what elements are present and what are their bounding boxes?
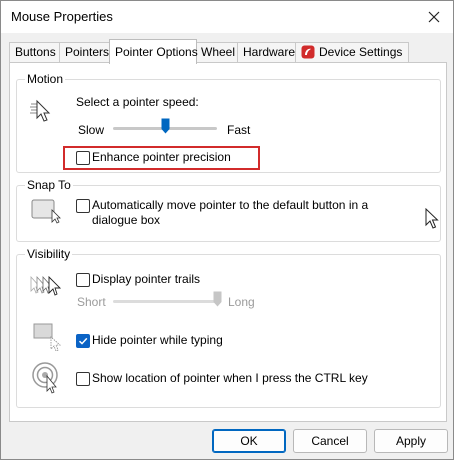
tab-hardware[interactable]: Hardware — [237, 42, 297, 62]
pointer-speed-icon — [30, 99, 51, 122]
device-settings-label: Device Settings — [319, 45, 403, 59]
close-button[interactable] — [421, 4, 447, 30]
slow-label: Slow — [78, 123, 105, 137]
motion-group-label: Motion — [25, 72, 66, 86]
trails-long-label: Long — [228, 295, 255, 309]
window-title: Mouse Properties — [11, 9, 113, 24]
hide-pointer-label[interactable]: Hide pointer while typing — [92, 333, 223, 347]
trails-short-label: Short — [77, 295, 106, 309]
trails-slider-track[interactable] — [113, 300, 217, 303]
hide-pointer-icon — [33, 323, 62, 352]
pointer-trails-checkbox[interactable] — [76, 273, 90, 287]
pointer-options-panel: Motion Select a pointer speed: Slow Fast… — [9, 62, 447, 422]
visibility-group-label: Visibility — [25, 247, 73, 261]
snap-to-label-line2[interactable]: dialogue box — [92, 213, 160, 227]
snap-to-group-label: Snap To — [25, 178, 73, 192]
apply-button[interactable]: Apply — [374, 429, 448, 453]
visibility-group: Visibility Display pointer trails Short … — [16, 247, 441, 408]
fast-label: Fast — [227, 123, 251, 137]
mouse-properties-window: Mouse Properties Buttons Pointers Pointe… — [0, 0, 454, 460]
tab-buttons[interactable]: Buttons — [9, 42, 60, 62]
pointer-trails-label[interactable]: Display pointer trails — [92, 272, 200, 286]
device-settings-icon — [301, 45, 315, 59]
tab-wheel[interactable]: Wheel — [195, 42, 241, 62]
annotation-highlight-box — [63, 146, 260, 170]
tab-pointers[interactable]: Pointers — [59, 42, 112, 62]
pointer-location-icon — [32, 362, 58, 394]
ok-button[interactable]: OK — [212, 429, 286, 453]
snap-to-default-checkbox[interactable] — [76, 199, 90, 213]
hide-pointer-checkbox[interactable] — [76, 334, 90, 348]
tab-device-settings[interactable]: Device Settings — [295, 42, 409, 62]
pointer-trails-icon — [30, 275, 62, 296]
title-bar: Mouse Properties — [1, 1, 453, 33]
checkmark-icon — [78, 337, 88, 345]
speed-label: Select a pointer speed: — [76, 95, 199, 109]
snap-to-label-line1[interactable]: Automatically move pointer to the defaul… — [92, 198, 368, 212]
cancel-button[interactable]: Cancel — [293, 429, 367, 453]
show-location-label[interactable]: Show location of pointer when I press th… — [92, 371, 368, 385]
tab-pointer-options[interactable]: Pointer Options — [109, 39, 198, 64]
mouse-cursor-icon — [425, 208, 439, 229]
trails-slider-thumb[interactable] — [213, 291, 222, 307]
close-icon — [428, 11, 440, 23]
snap-to-icon — [31, 199, 61, 224]
show-location-checkbox[interactable] — [76, 372, 90, 386]
snap-to-group: Snap To Automatically move pointer to th… — [16, 178, 441, 242]
motion-group: Motion Select a pointer speed: Slow Fast… — [16, 72, 441, 173]
speed-slider-thumb[interactable] — [161, 118, 170, 134]
